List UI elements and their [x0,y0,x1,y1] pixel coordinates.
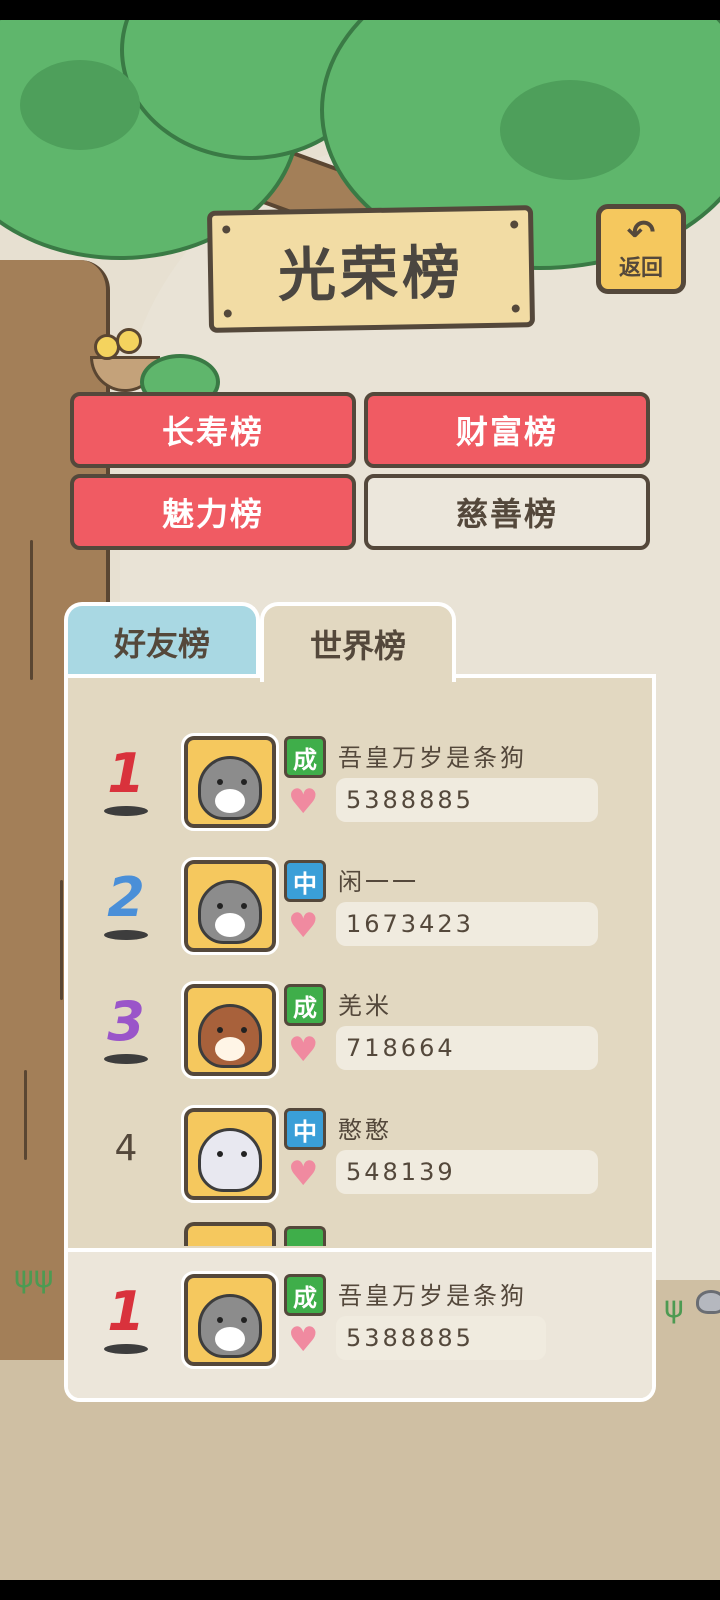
avatar [181,1105,279,1203]
bird-face-icon [198,1004,262,1068]
ranking-row[interactable]: 3 成 ♥ 羌米 718664 [68,976,652,1086]
rank-shadow [104,1344,148,1354]
heart-icon: ♥ [288,782,319,822]
growth-stage-badge: 中 [284,1108,326,1150]
rank-number: 4 [114,1128,138,1169]
growth-stage-badge: 成 [284,736,326,778]
rank-shadow [104,806,148,816]
grass-tuft: ψψ [14,1260,54,1295]
chick [116,328,142,354]
cat-face-icon [198,756,262,820]
my-avatar [181,1271,279,1369]
avatar [181,857,279,955]
avatar [181,981,279,1079]
ranking-row[interactable]: 2 中 ♥ 闲一一 1673423 [68,852,652,962]
player-name: 闲一一 [338,868,419,896]
score-value: 1673423 [336,902,598,946]
bark-line [60,880,63,1000]
heart-icon: ♥ [288,1320,319,1360]
heart-icon: ♥ [288,1154,319,1194]
category-label: 长寿榜 [161,413,264,451]
foliage-shade [500,80,640,180]
sprout: ψ [664,1290,684,1325]
avatar [181,733,279,831]
game-screen: ψψ ψ 光荣榜 ↶ 返回 长寿榜 财富榜 魅力榜 慈善榜 好友榜 世界榜 1 [0,20,720,1580]
my-player-name: 吾皇万岁是条狗 [338,1282,527,1310]
cat-face-icon [198,880,262,944]
score-value: 548139 [336,1150,598,1194]
rank-number: 2 [107,866,145,929]
growth-stage-badge: 成 [284,1274,326,1316]
hedgehog-face-icon [198,1128,262,1192]
player-name: 吾皇万岁是条狗 [338,744,527,772]
rank-shadow [104,930,148,940]
return-arrow-icon: ↶ [626,213,656,253]
charm-board-button[interactable]: 魅力榜 [70,474,356,550]
foliage-shade [20,60,140,150]
my-score-value: 5388885 [336,1316,546,1360]
bark-line [30,540,33,680]
category-label: 财富榜 [455,413,558,451]
next-row-peek-badge [284,1226,326,1246]
cat-face-icon [198,1294,262,1358]
back-label: 返回 [618,256,663,281]
player-name: 羌米 [338,992,392,1020]
next-row-peek [184,1222,276,1246]
charity-board-button[interactable]: 慈善榜 [364,474,650,550]
score-value: 718664 [336,1026,598,1070]
category-label: 魅力榜 [161,495,264,533]
growth-stage-badge: 成 [284,984,326,1026]
my-ranking-row[interactable]: 1 成 ♥ 吾皇万岁是条狗 5388885 [68,1248,652,1398]
rank-number: 3 [107,990,145,1053]
ranking-panel[interactable]: 1 成 ♥ 吾皇万岁是条狗 5388885 2 中 ♥ 闲一一 1673423 … [64,674,656,1402]
tab-world[interactable]: 世界榜 [260,602,456,682]
tab-label: 好友榜 [113,625,210,663]
player-name: 憨憨 [338,1116,392,1144]
growth-stage-badge: 中 [284,860,326,902]
wealth-board-button[interactable]: 财富榜 [364,392,650,468]
back-button[interactable]: ↶ 返回 [596,204,686,294]
tab-label: 世界榜 [309,627,406,665]
tab-friends[interactable]: 好友榜 [64,602,260,678]
category-label: 慈善榜 [455,495,558,533]
rank-shadow [104,1054,148,1064]
my-rank-number: 1 [107,1280,145,1343]
page-title: 光荣榜 [277,238,465,310]
score-value: 5388885 [336,778,598,822]
title-sign: 光荣榜 [206,205,536,333]
ranking-row[interactable]: 1 成 ♥ 吾皇万岁是条狗 5388885 [68,728,652,838]
heart-icon: ♥ [288,906,319,946]
ranking-row[interactable]: 4 中 ♥ 憨憨 548139 [68,1100,652,1210]
bark-line [24,1070,27,1160]
heart-icon: ♥ [288,1030,319,1070]
rock [696,1290,720,1314]
longevity-board-button[interactable]: 长寿榜 [70,392,356,468]
rank-number: 1 [107,742,145,805]
my-rank-content: 1 成 ♥ 吾皇万岁是条狗 5388885 [68,1266,652,1376]
